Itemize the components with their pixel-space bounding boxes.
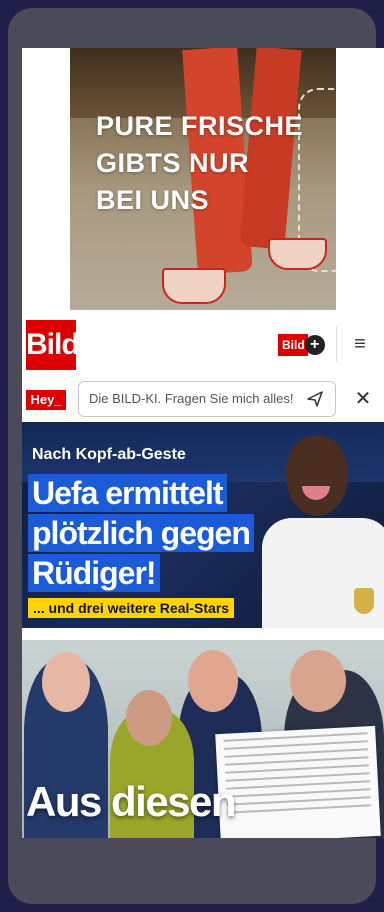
ki-placeholder: Die BILD-KI. Fragen Sie mich alles! xyxy=(89,391,294,406)
article-subline: ... und drei weitere Real-Stars xyxy=(28,598,235,618)
close-icon[interactable]: ✕ xyxy=(352,388,374,410)
bild-ki-bar: Hey_ Die BILD-KI. Fragen Sie mich alles!… xyxy=(22,378,384,422)
document-image xyxy=(215,725,381,838)
header-divider xyxy=(336,326,337,362)
bild-logo[interactable]: Bild xyxy=(26,320,80,370)
advertisement-banner[interactable]: PURE FRISCHE GIBTS NUR BEI UNS xyxy=(70,48,336,310)
ki-search-input[interactable]: Die BILD-KI. Fragen Sie mich alles! xyxy=(78,381,336,417)
article-headline: Aus diesen xyxy=(26,778,237,825)
hey-badge: Hey_ xyxy=(26,390,66,410)
headline-line: Rüdiger! xyxy=(28,554,160,592)
bild-plus-button[interactable]: Bild + xyxy=(278,334,325,356)
ad-sandal xyxy=(162,268,226,304)
player-photo xyxy=(262,428,384,628)
headline-line: Uefa ermittelt xyxy=(28,474,227,512)
browser-viewport: PURE FRISCHE GIBTS NUR BEI UNS Bild Bild… xyxy=(22,48,384,838)
ad-headline: PURE FRISCHE GIBTS NUR BEI UNS xyxy=(96,111,304,215)
article-teaser-ruediger[interactable]: Nach Kopf-ab-Geste Uefa ermittelt plötzl… xyxy=(22,422,384,628)
bild-plus-label: Bild xyxy=(278,334,308,356)
ad-sandal xyxy=(268,238,327,270)
send-icon[interactable] xyxy=(305,389,325,409)
article-kicker: Nach Kopf-ab-Geste xyxy=(32,446,186,463)
hamburger-menu-icon[interactable]: ≡ xyxy=(348,334,372,354)
plus-icon: + xyxy=(304,335,325,355)
article-teaser-politics[interactable]: Aus diesen xyxy=(22,640,384,838)
headline-line: plötzlich gegen xyxy=(28,514,254,552)
club-crest-icon xyxy=(354,588,374,614)
site-header: Bild Bild + ≡ xyxy=(22,312,384,376)
